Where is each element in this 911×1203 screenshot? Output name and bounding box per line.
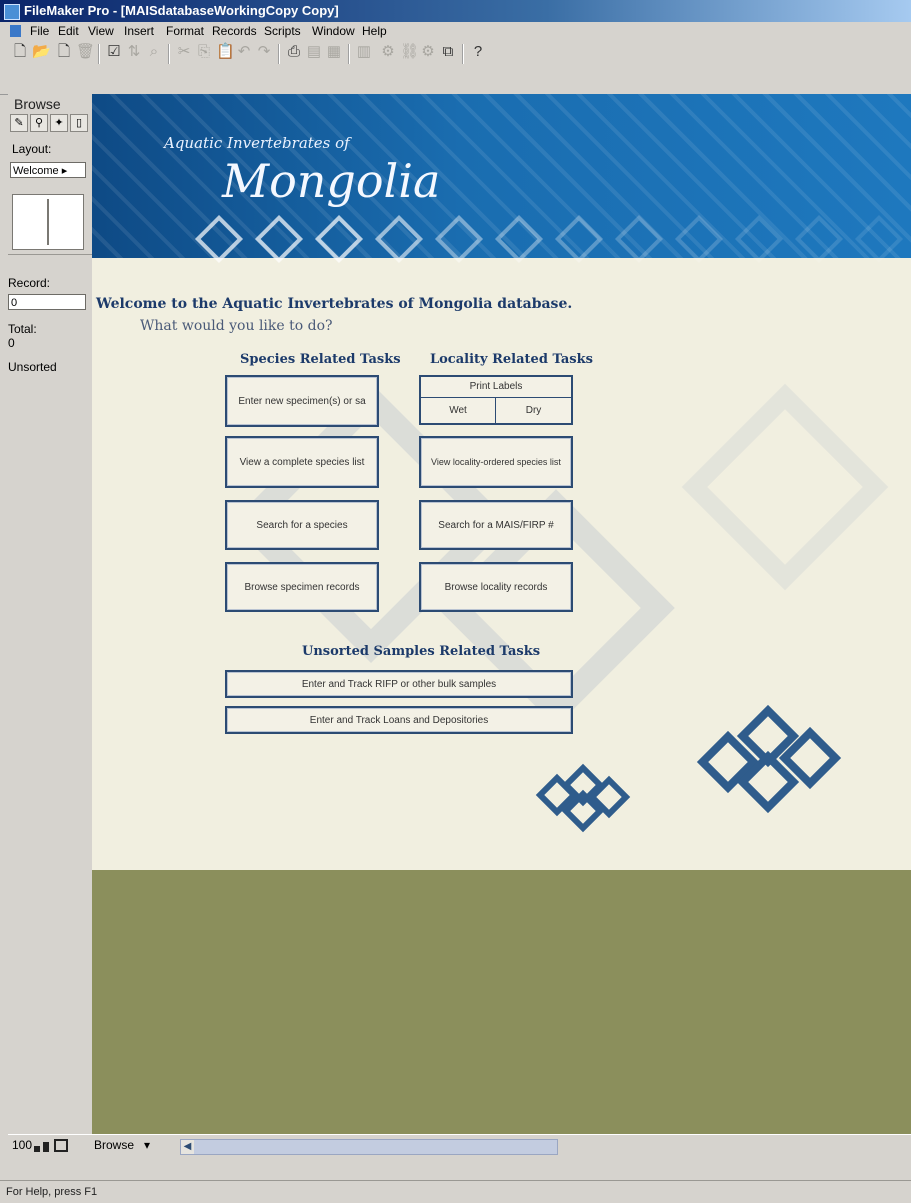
menu-insert[interactable]: Insert: [124, 22, 154, 40]
layout-label: Layout:: [12, 142, 52, 156]
toolbar-separator: [168, 44, 170, 64]
layout-mode-icon[interactable]: ✦: [50, 114, 68, 132]
open-folder-icon[interactable]: 📂: [32, 44, 51, 60]
enter-specimen-button[interactable]: Enter new specimen(s) or sa: [225, 375, 379, 427]
menu-edit[interactable]: Edit: [58, 22, 79, 40]
table-icon[interactable]: ▦: [326, 44, 342, 60]
define-icon[interactable]: ⚙: [420, 44, 436, 60]
print-wet-button[interactable]: Wet: [421, 398, 496, 423]
help-icon[interactable]: ?: [470, 44, 486, 60]
checkbox-icon[interactable]: ☑: [106, 44, 122, 60]
view-species-list-button[interactable]: View a complete species list: [225, 436, 379, 488]
header-banner: Aquatic Invertebrates of Mongolia: [92, 94, 911, 264]
print-labels-label: Print Labels: [421, 377, 571, 398]
window-title: FileMaker Pro - [MAISdatabaseWorkingCopy…: [24, 3, 339, 18]
layout-content: Aquatic Invertebrates of Mongolia Welcom…: [92, 94, 911, 1134]
redo-icon[interactable]: ↷: [256, 44, 272, 60]
track-bulk-samples-button[interactable]: Enter and Track RIFP or other bulk sampl…: [225, 670, 573, 698]
delete-record-icon[interactable]: 🗑: [76, 44, 95, 60]
chart-icon[interactable]: ▥: [356, 44, 372, 60]
mode-tools: ✎ ⚲ ✦ ▯: [10, 114, 88, 132]
zoom-in-icon[interactable]: [43, 1142, 49, 1152]
record-number-input[interactable]: 0: [8, 294, 86, 310]
title-bar: FileMaker Pro - [MAISdatabaseWorkingCopy…: [0, 0, 911, 22]
unsorted-tasks-heading: Unsorted Samples Related Tasks: [302, 644, 541, 659]
view-locality-species-list-button[interactable]: View locality-ordered species list: [419, 436, 573, 488]
menu-records[interactable]: Records: [212, 22, 257, 40]
menu-help[interactable]: Help: [362, 22, 387, 40]
mode-dropdown[interactable]: Browse ▾: [94, 1138, 174, 1153]
window-icon[interactable]: ⧉: [440, 44, 456, 60]
find-icon[interactable]: ⌕: [146, 44, 162, 60]
mode-dropdown-value: Browse: [94, 1138, 135, 1152]
sort-icon[interactable]: ⇅: [126, 44, 142, 60]
bottom-status-bar: 100 Browse ▾ ◀: [8, 1134, 911, 1157]
copy-icon[interactable]: ⎘: [196, 44, 212, 60]
paste-icon[interactable]: 📋: [216, 44, 235, 60]
scroll-left-icon[interactable]: ◀: [181, 1140, 194, 1154]
undo-icon[interactable]: ↶: [236, 44, 252, 60]
filemaker-app-icon: [4, 4, 20, 20]
status-area-toggle-icon[interactable]: [54, 1139, 68, 1152]
footer-band: [92, 870, 911, 1134]
new-record-icon[interactable]: 🗋: [56, 44, 72, 60]
zoom-controls: [34, 1139, 74, 1152]
browse-specimen-records-button[interactable]: Browse specimen records: [225, 562, 379, 612]
cut-icon[interactable]: ✂: [176, 44, 192, 60]
menu-format[interactable]: Format: [166, 22, 204, 40]
endless-knot-icon: [696, 704, 866, 824]
toolbar: 🗋 📂 🗋 🗑 ☑ ⇅ ⌕ ✂ ⎘ 📋 ↶ ↷ ⎙ ▤ ▦ ▥ ⚙ ⛓ ⚙ ⧉ …: [0, 40, 911, 95]
preview-mode-icon[interactable]: ▯: [70, 114, 88, 132]
record-label: Record:: [8, 276, 51, 290]
total-label: Total:: [8, 322, 37, 336]
layout-dropdown[interactable]: Welcome ▸: [10, 162, 86, 178]
print-icon[interactable]: ⎙: [286, 44, 302, 60]
toolbar-separator: [348, 44, 350, 64]
print-labels-group: Print Labels Wet Dry: [419, 375, 573, 425]
print-dry-button[interactable]: Dry: [496, 398, 571, 423]
zoom-out-icon[interactable]: [34, 1146, 40, 1152]
menu-window[interactable]: Window: [312, 22, 355, 40]
find-mode-icon[interactable]: ⚲: [30, 114, 48, 132]
document-icon[interactable]: [10, 25, 21, 37]
welcome-question: What would you like to do?: [140, 318, 333, 334]
menu-scripts[interactable]: Scripts: [264, 22, 301, 40]
toolbar-separator: [98, 44, 100, 64]
welcome-heading: Welcome to the Aquatic Invertebrates of …: [96, 296, 573, 312]
menu-bar: File Edit View Insert Format Records Scr…: [0, 22, 911, 40]
browse-locality-records-button[interactable]: Browse locality records: [419, 562, 573, 612]
search-mais-firp-button[interactable]: Search for a MAIS/FIRP #: [419, 500, 573, 550]
script-icon[interactable]: ⚙: [380, 44, 396, 60]
watermark-knot: [681, 383, 889, 591]
horizontal-scrollbar[interactable]: ◀: [180, 1139, 558, 1155]
new-file-icon[interactable]: 🗋: [12, 44, 28, 60]
status-divider: [8, 254, 92, 255]
help-status-line: For Help, press F1: [0, 1180, 911, 1202]
browse-mode-icon[interactable]: ✎: [10, 114, 28, 132]
record-book-icon[interactable]: [12, 194, 84, 250]
banner-title: Mongolia: [222, 154, 441, 208]
zoom-level[interactable]: 100: [12, 1138, 32, 1152]
track-loans-button[interactable]: Enter and Track Loans and Depositories: [225, 706, 573, 734]
endless-knot-icon: [532, 763, 642, 840]
status-area: Browse ✎ ⚲ ✦ ▯ Layout: Welcome ▸ Record:…: [8, 94, 93, 1134]
banner-subtitle: Aquatic Invertebrates of: [164, 134, 350, 152]
species-tasks-heading: Species Related Tasks: [240, 352, 401, 367]
locality-tasks-heading: Locality Related Tasks: [430, 352, 593, 367]
menu-file[interactable]: File: [30, 22, 49, 40]
layout-value: Welcome: [13, 165, 59, 177]
toolbar-separator: [462, 44, 464, 64]
mode-label: Browse: [14, 96, 61, 112]
toolbar-separator: [278, 44, 280, 64]
layout-icon[interactable]: ▤: [306, 44, 322, 60]
menu-view[interactable]: View: [88, 22, 114, 40]
total-value: 0: [8, 336, 15, 350]
relationship-icon[interactable]: ⛓: [400, 44, 419, 60]
sort-status: Unsorted: [8, 360, 57, 374]
knot-pattern-band: [194, 214, 904, 264]
search-species-button[interactable]: Search for a species: [225, 500, 379, 550]
